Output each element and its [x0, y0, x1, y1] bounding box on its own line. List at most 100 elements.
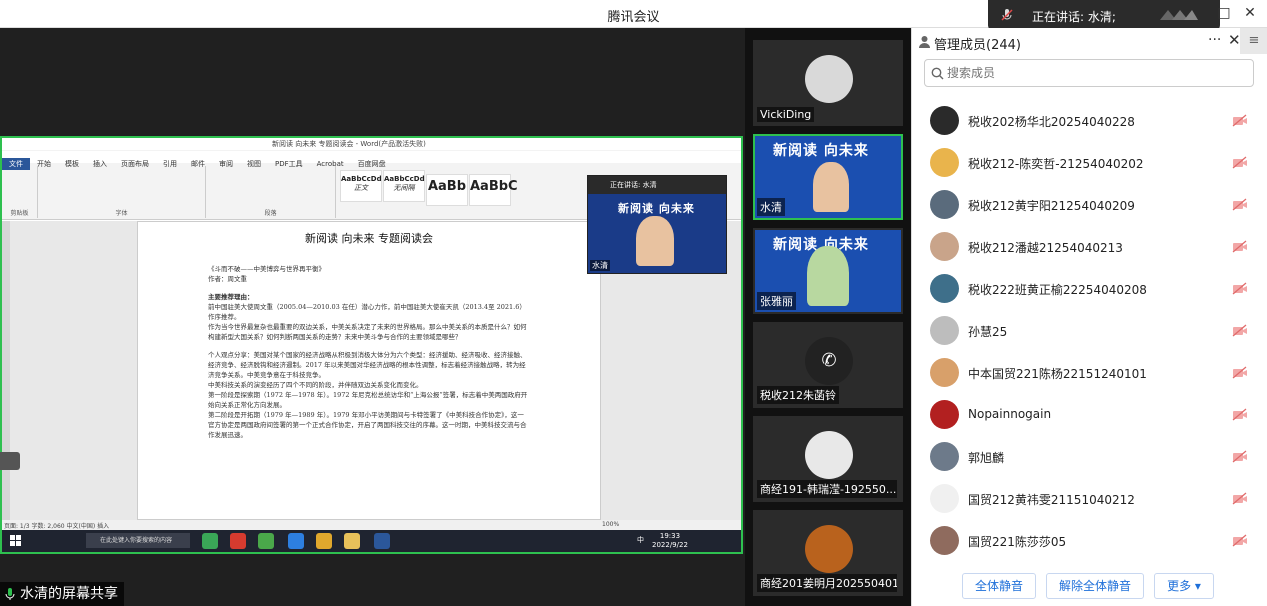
member-name: 国贸212黄祎雯21151040212 [968, 493, 1135, 507]
taskbar-ime[interactable]: 中 [637, 536, 644, 545]
member-row[interactable]: 孙慧25 [912, 310, 1267, 352]
style-h2[interactable]: AaBbC [469, 174, 518, 206]
member-row[interactable]: 国贸221陈莎莎05 [912, 520, 1267, 562]
member-row[interactable]: 税收222班黄正榆22254040208 [912, 268, 1267, 310]
pip-banner: 新阅读 向未来 [618, 202, 695, 215]
avatar [930, 484, 959, 513]
app-icon[interactable] [202, 533, 218, 549]
video-name: 税收212朱菡铃 [757, 386, 839, 404]
folder-icon[interactable] [344, 533, 360, 549]
speaking-text: 正在讲话: 水清; [1032, 10, 1116, 24]
panel-footer: 全体静音 解除全体静音 更多 ▾ [912, 563, 1267, 606]
video-tile[interactable]: 商经201姜明月20255040109 [753, 510, 903, 596]
panel-menu-button[interactable]: ≡ [1240, 28, 1267, 54]
word-page[interactable]: 新阅读 向未来 专题阅读会 《斗而不破——中美博弈与世界再平衡》 作者：周文重 … [137, 221, 601, 520]
title-bar: 腾讯会议 正在讲话: 水清; □ ✕ [0, 0, 1267, 31]
video-tile[interactable]: 新阅读 向未来 水清 [753, 134, 903, 220]
people-icon [919, 36, 930, 48]
style-h1[interactable]: AaBb [426, 174, 468, 206]
taskbar-search[interactable]: 在此处键入你要搜索的内容 [86, 533, 190, 548]
avatar [930, 442, 959, 471]
floating-video[interactable]: 正在讲话: 水清 新阅读 向未来 水清 [587, 175, 727, 274]
video-tile[interactable]: 商经191-韩瑞滢-192550... [753, 416, 903, 502]
word-status-bar: 页面: 1/3 字数: 2,060 中文(中国) 插入 100% [2, 520, 741, 530]
style-nospacing[interactable]: AaBbCcDd 无间隔 [383, 170, 425, 202]
avatar [930, 190, 959, 219]
doc-paragraph: 前中国驻美大使周文重（2005.04—2010.03 在任）潜心力作，前中国驻美… [208, 303, 526, 321]
avatar [930, 232, 959, 261]
camera-off-icon [1232, 324, 1247, 337]
more-button[interactable]: 更多 ▾ [1154, 573, 1214, 599]
member-row[interactable]: 税收212-陈奕哲-21254040202 [912, 142, 1267, 184]
meeting-window: 腾讯会议 正在讲话: 水清; □ ✕ 新阅读 向未来 专题阅读会 - Word(… [0, 0, 1267, 606]
search-icon [931, 67, 944, 80]
shared-screen-stage: 新阅读 向未来 专题阅读会 - Word(产品激活失败) 文件 开始 模板 插入 页面布… [0, 28, 745, 606]
doc-paragraph: 个人观点分享：美国对某个国家的经济战略从积极到消极大体分为六个类型：经济援助、经… [208, 351, 527, 379]
member-row[interactable]: 郭旭麟 [912, 436, 1267, 478]
word-icon[interactable] [374, 533, 390, 549]
member-name: 税收222班黄正榆22254040208 [968, 283, 1147, 297]
mute-all-button[interactable]: 全体静音 [962, 573, 1036, 599]
video-tile[interactable]: 新阅读 向未来 张雅丽 [753, 228, 903, 314]
member-name: 中本国贸221陈杨22151240101 [968, 367, 1147, 381]
camera-off-icon [1232, 450, 1247, 463]
member-name: 国贸221陈莎莎05 [968, 535, 1067, 549]
member-row[interactable]: 税收212黄宇阳21254040209 [912, 184, 1267, 226]
word-title-bar: 新阅读 向未来 专题阅读会 - Word(产品激活失败) [2, 138, 741, 150]
member-row[interactable]: 中本国贸221陈杨22151240101 [912, 352, 1267, 394]
windows-taskbar: 在此处键入你要搜索的内容 中 19:33 2022/9/22 [2, 530, 741, 552]
more-options-button[interactable]: ··· [1208, 32, 1221, 48]
avatar [930, 106, 959, 135]
doc-paragraph: 第二阶段是开拓期（1979 年—1989 年）。1979 年邓小平访美期间与卡特… [208, 411, 527, 439]
avatar [805, 525, 853, 573]
camera-off-icon [1232, 114, 1247, 127]
doc-paragraph: 第一阶段是探索期（1972 年—1978 年）。1972 年尼克松总统访华和“上… [208, 391, 528, 409]
camera-off-icon [1232, 156, 1247, 169]
video-tile[interactable]: VickiDing [753, 40, 903, 126]
search-input[interactable] [947, 64, 1247, 82]
member-name: 税收212-陈奕哲-21254040202 [968, 157, 1144, 171]
member-name: 孙慧25 [968, 325, 1008, 339]
video-name: 水清 [757, 198, 785, 216]
avatar [805, 55, 853, 103]
word-status-text: 页面: 1/3 字数: 2,060 中文(中国) 插入 [4, 523, 110, 530]
wechat-icon[interactable] [258, 533, 274, 549]
windows-start-icon[interactable] [10, 535, 21, 546]
doc-paragraph: 主要推荐理由： [208, 293, 254, 301]
member-row[interactable]: 税收212潘越21254040213 [912, 226, 1267, 268]
member-list: 税收202杨华北20254040228 税收212-陈奕哲-21254040202… [912, 100, 1267, 562]
close-button[interactable]: ✕ [1241, 4, 1259, 22]
collapse-toggle[interactable] [0, 452, 20, 470]
members-title: 管理成员(244) [934, 38, 1021, 53]
member-row[interactable]: 国贸212黄祎雯21151040212 [912, 478, 1267, 520]
camera-off-icon [1232, 492, 1247, 505]
video-tile[interactable]: ✆ 税收212朱菡铃 [753, 322, 903, 408]
member-row[interactable]: 税收202杨华北20254040228 [912, 100, 1267, 142]
doc-paragraph: 《斗而不破——中美博弈与世界再平衡》 [208, 265, 325, 273]
app-icon[interactable] [230, 533, 246, 549]
member-row[interactable]: Nopainnogain [912, 394, 1267, 436]
avatar [930, 274, 959, 303]
tab-baidu[interactable]: 百度网盘 [351, 158, 393, 170]
member-name: 税收212黄宇阳21254040209 [968, 199, 1135, 213]
camera-off-icon [1232, 366, 1247, 379]
member-name: Nopainnogain [968, 407, 1052, 421]
avatar [805, 431, 853, 479]
style-normal[interactable]: AaBbCcDd 正文 [340, 170, 382, 202]
members-panel: 管理成员(244) ··· ✕ ≡ 税收202杨华北20254040228税收2… [911, 28, 1267, 606]
avatar [930, 400, 959, 429]
chrome-icon[interactable] [316, 533, 332, 549]
member-name: 税收212潘越21254040213 [968, 241, 1123, 255]
word-ribbon-tabs: 文件 开始 模板 插入 页面布局 引用 邮件 审阅 视图 PDF工具 Acrobat 百度网盘 [2, 151, 741, 170]
app-icon[interactable] [288, 533, 304, 549]
members-header: 管理成员(244) ··· ✕ ≡ [912, 28, 1267, 56]
video-name: VickiDing [757, 107, 815, 122]
screen-share-label: 水清的屏幕共享 [0, 582, 124, 606]
camera-off-icon [1232, 282, 1247, 295]
close-panel-button[interactable]: ✕ [1228, 31, 1241, 49]
video-name: 张雅丽 [757, 292, 796, 310]
unmute-all-button[interactable]: 解除全体静音 [1046, 573, 1144, 599]
restore-button[interactable]: □ [1215, 4, 1233, 22]
speaking-indicator: 正在讲话: 水清; [988, 0, 1220, 31]
doc-paragraph: 作为当今世界最复杂也最重要的双边关系，中美关系决定了未来的世界格局。那么中美关系… [208, 323, 527, 341]
